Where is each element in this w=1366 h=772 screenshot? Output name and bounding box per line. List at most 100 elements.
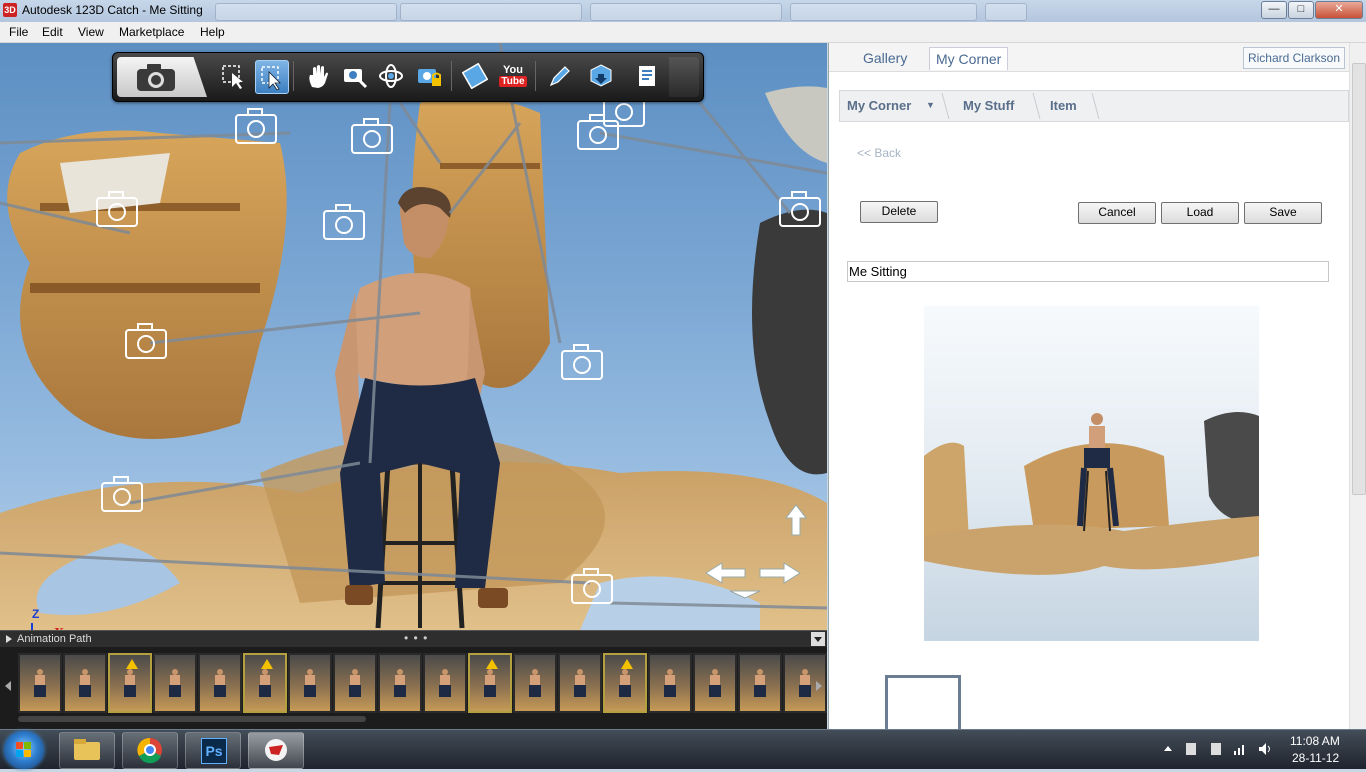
panel-tabs: Gallery My Corner Richard Clarkson [829,43,1366,72]
volume-icon[interactable] [1258,742,1272,756]
maximize-button[interactable]: □ [1288,1,1314,19]
photo-thumbnail[interactable] [18,653,62,713]
network-error-icon[interactable] [1211,743,1221,755]
resize-handle-icon[interactable]: • • • [404,631,428,645]
tab-my-corner[interactable]: My Corner [929,47,1009,70]
photo-thumbnail[interactable] [198,653,242,713]
bench-shelf [30,283,260,293]
expand-arrow-icon[interactable] [6,635,12,643]
clock-date[interactable]: 28-11-12 [1292,751,1339,765]
show-hidden-icons-icon[interactable] [1164,746,1172,751]
camera-bay[interactable] [117,57,207,97]
photo-thumbnail[interactable] [378,653,422,713]
photo-thumbnail[interactable] [603,653,647,713]
wall-fragment [765,86,827,163]
device-icon[interactable] [1186,743,1196,755]
tab-gallery[interactable]: Gallery [857,47,913,69]
photo-thumbnail[interactable] [108,653,152,713]
orbit-icon[interactable] [375,60,407,92]
breadcrumb-separator [1022,93,1041,119]
background-tab [590,3,782,21]
warning-icon [261,659,273,669]
menu-edit[interactable]: Edit [42,25,63,39]
photo-thumbnail[interactable] [333,653,377,713]
delete-button[interactable]: Delete [860,201,938,223]
share-doc-icon[interactable] [631,60,663,92]
youtube-icon[interactable]: You Tube [497,60,529,92]
photo-thumbnail[interactable] [63,653,107,713]
scroll-right-icon[interactable] [816,681,822,691]
photoshop-label: Ps [201,738,227,764]
filmstrip-scrollbar[interactable] [18,716,366,722]
menu-view[interactable]: View [78,25,104,39]
youtube-tube-text: Tube [499,76,527,87]
animation-path-header[interactable]: Animation Path • • • [0,630,827,648]
menu-help[interactable]: Help [200,25,225,39]
photo-thumbnail[interactable] [153,653,197,713]
clock-time[interactable]: 11:08 AM [1290,734,1340,748]
pointer-select-icon[interactable] [255,60,289,94]
title-bar: 3D Autodesk 123D Catch - Me Sitting — □ … [0,0,1366,23]
app-logo-icon: 3D [3,3,17,17]
animation-path-label: Animation Path [17,633,92,645]
my-corner-panel: Gallery My Corner Richard Clarkson My Co… [828,43,1366,729]
window-title: Autodesk 123D Catch - Me Sitting [22,3,203,17]
photo-thumbnail[interactable] [693,653,737,713]
3d-viewport[interactable]: Z X [0,43,827,630]
start-button[interactable] [4,731,44,769]
cancel-button[interactable]: Cancel [1078,202,1156,224]
toolbar-end-cap [669,57,699,97]
warning-icon [486,659,498,669]
photo-thumbnail[interactable] [513,653,557,713]
youtube-you-text: You [503,64,523,76]
person-torso [352,273,478,389]
breadcrumb-my-stuff[interactable]: My Stuff [963,98,1014,113]
lock-camera-icon[interactable] [413,60,445,92]
photo-thumbnail[interactable] [423,653,467,713]
second-preview-frame[interactable] [885,675,961,729]
background-tab [985,3,1027,21]
load-button[interactable]: Load [1161,202,1239,224]
breadcrumb-item[interactable]: Item [1050,98,1077,113]
photo-thumbnail[interactable] [648,653,692,713]
pen-icon[interactable] [543,60,575,92]
photo-thumbnail[interactable] [738,653,782,713]
photo-thumbnail[interactable] [243,653,287,713]
scrollbar-thumb[interactable] [1352,63,1366,495]
123d-catch-icon[interactable] [248,732,304,769]
photoshop-icon[interactable]: Ps [185,732,241,769]
back-link[interactable]: << Back [857,146,901,160]
signal-icon[interactable] [1233,742,1247,756]
menu-marketplace[interactable]: Marketplace [119,25,184,39]
windows-explorer-icon[interactable] [59,732,115,769]
scroll-left-icon[interactable] [5,681,11,691]
preview-render [924,412,1259,575]
save-button[interactable]: Save [1244,202,1322,224]
menu-file[interactable]: File [9,25,28,39]
minimize-button[interactable]: — [1261,1,1287,19]
menu-bar: File Edit View Marketplace Help [0,22,1366,43]
close-button[interactable]: ✕ [1315,1,1363,19]
dropdown-arrow-icon[interactable] [811,632,825,646]
photo-thumbnail[interactable] [468,653,512,713]
model-preview-image[interactable] [924,306,1259,641]
zoom-camera-icon[interactable] [339,60,371,92]
pan-hand-icon[interactable] [301,60,333,92]
toolbar-separator [535,61,536,91]
photo-thumbnail[interactable] [288,653,332,713]
panel-scrollbar[interactable] [1349,43,1366,729]
cube-download-icon[interactable] [585,60,617,92]
model-name-field[interactable]: Me Sitting [847,261,1329,282]
breadcrumb-my-corner[interactable]: My Corner [847,98,911,113]
chrome-icon[interactable] [122,732,178,769]
user-account-button[interactable]: Richard Clarkson [1242,47,1345,69]
photo-thumbnail[interactable] [558,653,602,713]
film-icon[interactable] [459,60,491,92]
background-tab [215,3,397,21]
rectangle-select-icon[interactable] [217,60,249,92]
warning-icon [126,659,138,669]
breadcrumb-separator [1081,93,1100,119]
toolbar-separator [293,61,294,91]
windows-taskbar: Ps 11:08 AM 28-11-12 [0,729,1366,769]
camera-icon[interactable] [135,63,179,93]
